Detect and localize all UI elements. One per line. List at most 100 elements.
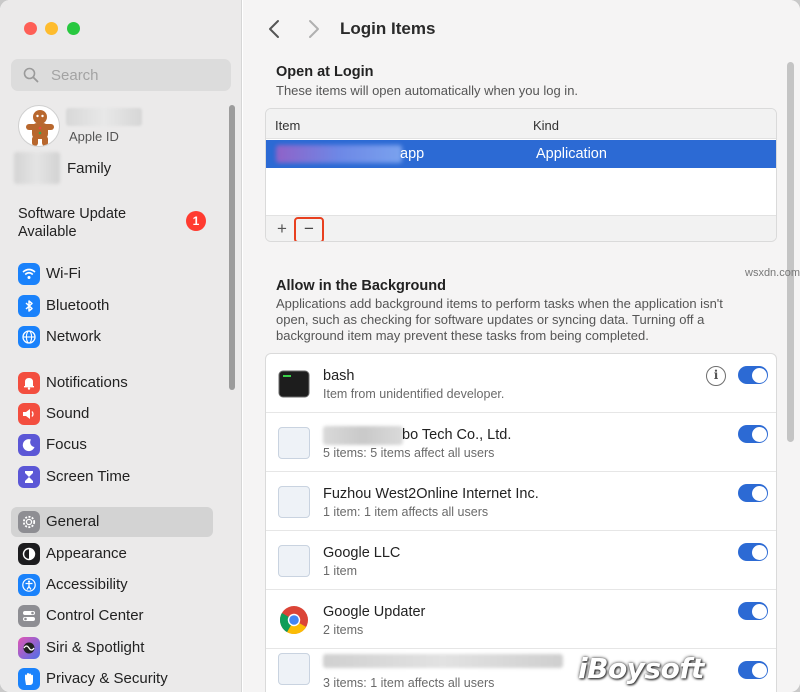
moon-icon [18, 434, 40, 456]
login-item-kind: Application [536, 146, 607, 162]
info-icon[interactable]: i [706, 366, 726, 386]
background-item-name: bo Tech Co., Ltd. [402, 427, 512, 443]
background-item-name: Google LLC [323, 545, 401, 561]
appearance-icon [18, 543, 40, 565]
sidebar-item-siri-spotlight[interactable]: Siri & Spotlight [11, 633, 213, 663]
sidebar-item-notifications[interactable]: Notifications [11, 368, 213, 398]
zoom-window-button[interactable] [67, 22, 80, 35]
background-item-name: Google Updater [323, 604, 426, 620]
sidebar-item-privacy-security[interactable]: Privacy & Security [11, 664, 213, 692]
table-header: Item Kind [266, 109, 776, 139]
software-update-label[interactable]: Software Update Available [18, 205, 168, 241]
globe-icon [18, 326, 40, 348]
redacted-account-name [66, 108, 142, 126]
search-field[interactable]: Search [11, 59, 231, 91]
sidebar-item-label: Notifications [46, 374, 128, 391]
family-label[interactable]: Family [67, 160, 111, 177]
sidebar-item-label: Privacy & Security [46, 670, 168, 687]
close-window-button[interactable] [24, 22, 37, 35]
sidebar-item-screen-time[interactable]: Screen Time [11, 462, 213, 492]
remove-login-item-button[interactable]: − [294, 217, 324, 241]
table-footer: + − [266, 215, 776, 241]
background-title: Allow in the Background [276, 278, 446, 294]
login-item-name: app [400, 146, 425, 162]
sidebar-scrollbar[interactable] [229, 105, 235, 390]
redacted-app-name [276, 145, 402, 163]
list-item[interactable]: bash Item from unidentified developer. i [266, 354, 776, 413]
background-item-detail: 2 items [323, 623, 364, 637]
background-item-detail: 1 item [323, 564, 358, 578]
redacted-developer-name [323, 426, 403, 445]
table-row[interactable]: app Application [266, 140, 776, 168]
control-center-icon [18, 605, 40, 627]
settings-window: Search Apple ID Family Software Update A… [0, 0, 800, 692]
open-at-login-subtitle: These items will open automatically when… [276, 83, 579, 98]
sidebar-item-label: Focus [46, 436, 87, 453]
bluetooth-icon [18, 295, 40, 317]
minimize-window-button[interactable] [45, 22, 58, 35]
login-items-table: Item Kind app Application + − [265, 108, 777, 242]
background-item-toggle[interactable] [738, 543, 768, 561]
list-item[interactable]: Google Updater 2 items [266, 590, 776, 649]
speaker-icon [18, 403, 40, 425]
sidebar-item-network[interactable]: Network [11, 322, 213, 352]
background-item-name: bash [323, 368, 355, 384]
generic-app-icon [278, 653, 310, 685]
sidebar-item-control-center[interactable]: Control Center [11, 601, 213, 631]
background-item-toggle[interactable] [738, 484, 768, 502]
back-chevron-icon[interactable] [265, 17, 283, 41]
sidebar-item-label: Screen Time [46, 468, 131, 485]
page-title: Login Items [340, 19, 436, 38]
column-header-kind[interactable]: Kind [533, 118, 559, 133]
sidebar-item-label: Wi-Fi [46, 265, 81, 282]
watermark-brand: iBoysoft [578, 652, 704, 685]
list-item[interactable]: Google LLC 1 item [266, 531, 776, 590]
sidebar-item-label: Control Center [46, 607, 144, 624]
watermark-site: wsxdn.com [745, 267, 800, 279]
sidebar-item-label: Sound [46, 405, 90, 422]
sidebar-item-label: Appearance [46, 545, 127, 562]
sidebar-item-sound[interactable]: Sound [11, 399, 213, 429]
redacted-family-avatar [14, 152, 60, 184]
background-item-toggle[interactable] [738, 602, 768, 620]
background-item-detail: 3 items: 1 item affects all users [323, 676, 495, 690]
redacted-developer-name [323, 654, 563, 668]
generic-app-icon [278, 486, 310, 518]
add-login-item-button[interactable]: + [272, 219, 292, 241]
open-at-login-title: Open at Login [276, 64, 374, 80]
column-header-item[interactable]: Item [275, 118, 300, 133]
generic-app-icon [278, 427, 310, 459]
sidebar-item-general[interactable]: General [11, 507, 213, 537]
background-item-toggle[interactable] [738, 661, 768, 679]
sidebar-item-bluetooth[interactable]: Bluetooth [11, 291, 213, 321]
sidebar-item-label: General [46, 513, 100, 530]
background-description: Applications add background items to per… [276, 296, 723, 343]
sidebar-item-focus[interactable]: Focus [11, 430, 213, 460]
background-item-toggle[interactable] [738, 366, 768, 384]
terminal-icon [278, 370, 310, 398]
avatar[interactable] [18, 105, 60, 147]
wifi-icon [18, 263, 40, 285]
main-scrollbar[interactable] [787, 62, 794, 442]
accessibility-icon [18, 574, 40, 596]
list-item[interactable]: bo Tech Co., Ltd. 5 items: 5 items affec… [266, 413, 776, 472]
hourglass-icon [18, 466, 40, 488]
generic-app-icon [278, 545, 310, 577]
siri-icon [18, 637, 40, 659]
sidebar-item-wifi[interactable]: Wi-Fi [11, 259, 213, 289]
bell-icon [18, 372, 40, 394]
sidebar-item-accessibility[interactable]: Accessibility [11, 570, 213, 600]
search-icon [23, 67, 39, 83]
list-item[interactable]: Fuzhou West2Online Internet Inc. 1 item:… [266, 472, 776, 531]
forward-chevron-icon[interactable] [305, 17, 323, 41]
apple-id-label[interactable]: Apple ID [69, 129, 119, 144]
background-item-toggle[interactable] [738, 425, 768, 443]
search-placeholder: Search [51, 67, 99, 84]
sidebar-item-label: Accessibility [46, 576, 128, 593]
sidebar-item-appearance[interactable]: Appearance [11, 539, 213, 569]
main-pane: Login Items Open at Login These items wi… [243, 0, 800, 692]
background-item-detail: 5 items: 5 items affect all users [323, 446, 495, 460]
sidebar: Search Apple ID Family Software Update A… [0, 0, 242, 692]
software-update-badge: 1 [186, 211, 206, 231]
background-items-list: bash Item from unidentified developer. i… [265, 353, 777, 692]
